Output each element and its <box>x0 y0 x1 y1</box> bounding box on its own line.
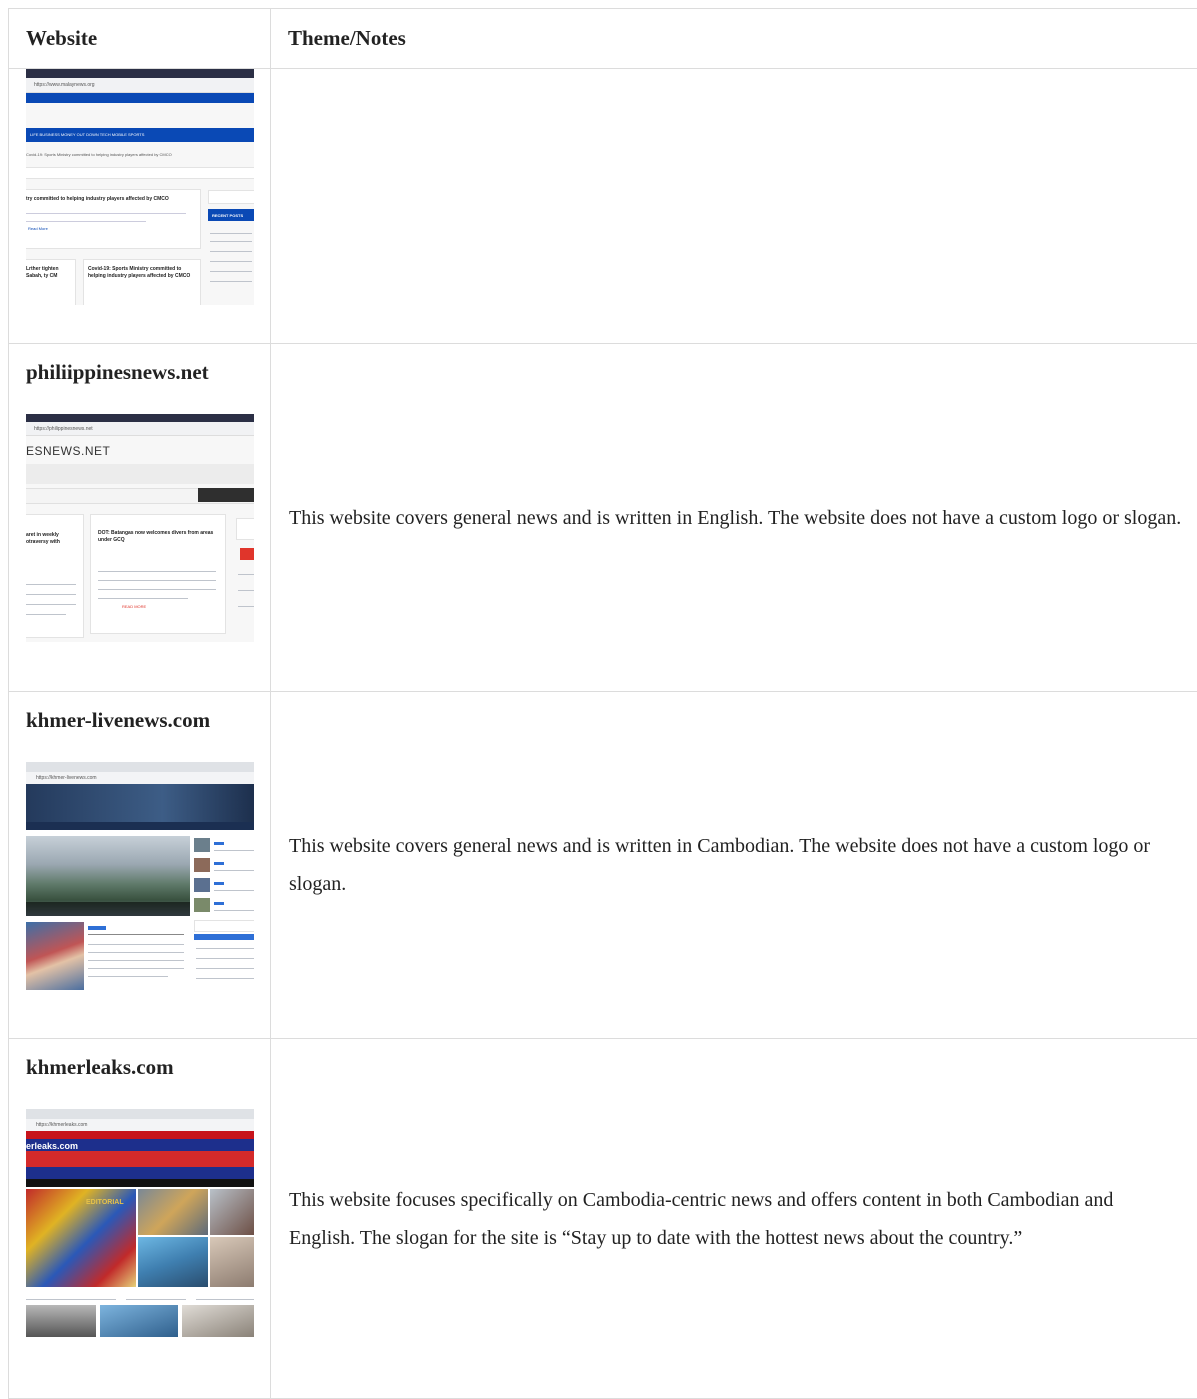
table-row: khmerleaks.com https://khmerleaks.com er… <box>9 1039 1197 1399</box>
headline: try committed to helping industry player… <box>26 196 169 203</box>
notes-cell: This website covers general news and is … <box>271 344 1197 692</box>
website-cell: philiippinesnews.net https://philippines… <box>9 344 271 692</box>
table-row: philiippinesnews.net https://philippines… <box>9 344 1197 692</box>
notes-cell <box>271 69 1197 344</box>
editorial-banner: EDITORIAL <box>86 1199 124 1206</box>
address-bar-url: https://www.malaynews.org <box>34 82 95 88</box>
card-headline: DOT: Batangas now welcomes divers from a… <box>98 530 218 544</box>
news-ticker: Covid-19: Sports Ministry committed to h… <box>26 152 172 157</box>
website-screenshot: https://www.malaynews.org LIFE BUSINESS … <box>26 69 254 305</box>
table-row: khmer-livenews.com https://khmer-livenew… <box>9 692 1197 1039</box>
website-cell: khmerleaks.com https://khmerleaks.com er… <box>9 1039 271 1399</box>
masthead: erleaks.com <box>26 1143 78 1150</box>
notes-cell: This website focuses specifically on Cam… <box>271 1039 1197 1399</box>
website-cell: khmer-livenews.com https://khmer-livenew… <box>9 692 271 1039</box>
websites-table: Website Theme/Notes https://www.malaynew… <box>8 8 1197 1399</box>
website-cell: https://www.malaynews.org LIFE BUSINESS … <box>9 69 271 344</box>
card-title-a: Lrther tighten Sabah, ty CM <box>26 266 72 280</box>
notes-cell: This website covers general news and is … <box>271 692 1197 1039</box>
address-bar-url: https://khmer-livenews.com <box>36 775 97 781</box>
left-card-title: aret in weekly otraversy with <box>26 532 78 546</box>
website-screenshot: https://khmerleaks.com erleaks.com EDITO… <box>26 1109 254 1337</box>
table-row: https://www.malaynews.org LIFE BUSINESS … <box>9 69 1197 344</box>
recent-posts-title: RECENT POSTS <box>212 213 243 218</box>
read-more-link[interactable]: Read More <box>28 226 48 231</box>
address-bar-url: https://khmerleaks.com <box>36 1122 87 1128</box>
website-screenshot: https://khmer-livenews.com <box>26 762 254 990</box>
website-name: philiippinesnews.net <box>26 360 270 388</box>
header-notes: Theme/Notes <box>271 9 1197 69</box>
card-title-b: Covid-19: Sports Ministry committed to h… <box>88 266 196 280</box>
website-screenshot: https://philippinesnews.net ESNEWS.NET a… <box>26 414 254 642</box>
address-bar-url: https://philippinesnews.net <box>34 426 93 432</box>
website-name: khmerleaks.com <box>26 1055 270 1083</box>
nav-menu: LIFE BUSINESS MONEY OUT DOWN TECH MOBILE… <box>30 132 144 137</box>
header-website: Website <box>9 9 271 69</box>
masthead: ESNEWS.NET <box>26 444 110 458</box>
read-more-link[interactable]: READ MORE <box>122 604 146 609</box>
table-header-row: Website Theme/Notes <box>9 9 1197 69</box>
website-name: khmer-livenews.com <box>26 708 270 736</box>
